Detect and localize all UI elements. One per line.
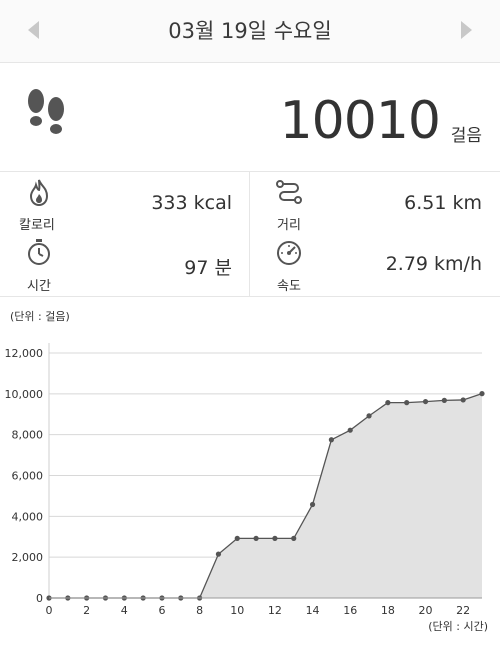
distance-value: 6.51 km	[404, 192, 482, 214]
chart-svg: (단위 : 걸음) (단위 : 시간) 0 2,000 4,000 6,000 8,00…	[5, 310, 489, 633]
steps-count: 10010	[279, 91, 441, 151]
stats-divider	[249, 172, 250, 296]
x-unit-label: (단위 : 시간)	[428, 620, 488, 633]
data-point	[366, 413, 372, 419]
x-tick-label: 20	[419, 604, 433, 617]
data-point	[272, 535, 278, 541]
x-tick-label: 8	[196, 604, 203, 617]
calories-value: 333 kcal	[151, 192, 232, 214]
x-tick-label: 22	[456, 604, 470, 617]
steps-unit: 걸음	[450, 126, 482, 146]
y-tick-label: 4,000	[12, 510, 44, 523]
series-area	[49, 393, 482, 598]
y-unit-label: (단위 : 걸음)	[10, 310, 70, 323]
stopwatch-icon	[28, 239, 50, 265]
distance-label: 거리	[277, 218, 301, 233]
y-tick-label: 6,000	[12, 470, 44, 483]
data-point	[479, 391, 485, 397]
y-tick-label: 0	[36, 592, 43, 605]
data-point	[291, 535, 297, 541]
y-tick-label: 12,000	[5, 347, 44, 360]
hourly-steps-chart: (단위 : 걸음) (단위 : 시간) 0 2,000 4,000 6,000 8,00…	[0, 298, 500, 649]
data-point	[309, 501, 316, 508]
y-tick-label: 10,000	[5, 388, 44, 401]
data-point	[460, 397, 466, 403]
data-point	[253, 535, 259, 541]
data-point	[422, 398, 429, 405]
data-point	[385, 400, 391, 406]
x-tick-label: 10	[230, 604, 244, 617]
x-tick-label: 4	[121, 604, 128, 617]
data-point	[215, 551, 222, 557]
x-tick-label: 0	[46, 604, 53, 617]
data-point	[347, 427, 353, 433]
data-point	[234, 535, 240, 541]
data-point	[404, 400, 410, 406]
calories-label: 칼로리	[19, 218, 55, 233]
date-header: 03월 19일 수요일	[0, 0, 500, 63]
x-tick-label: 2	[83, 604, 90, 617]
flame-icon	[29, 179, 49, 206]
time-label: 시간	[27, 279, 51, 294]
speed-label: 속도	[277, 279, 301, 294]
x-tick-label: 14	[306, 604, 320, 617]
x-tick-label: 6	[158, 604, 165, 617]
speed-value: 2.79 km/h	[385, 253, 482, 275]
date-title: 03월 19일 수요일	[168, 19, 332, 43]
speedometer-icon	[277, 241, 301, 265]
next-day-icon[interactable]	[461, 21, 472, 39]
y-tick-label: 2,000	[12, 551, 44, 564]
x-tick-label: 12	[268, 604, 282, 617]
x-tick-label: 16	[343, 604, 357, 617]
y-tick-label: 8,000	[12, 429, 44, 442]
footprints-icon	[28, 89, 64, 134]
data-point	[328, 437, 334, 443]
data-point	[441, 397, 447, 403]
route-icon	[276, 180, 302, 204]
time-value: 97 분	[184, 257, 232, 279]
steps-summary: 10010 걸음	[0, 63, 500, 172]
stats-panel: 칼로리 333 kcal 거리 6.51 km 시간 97 분 속도 2.79 …	[0, 172, 500, 297]
x-tick-label: 18	[381, 604, 395, 617]
